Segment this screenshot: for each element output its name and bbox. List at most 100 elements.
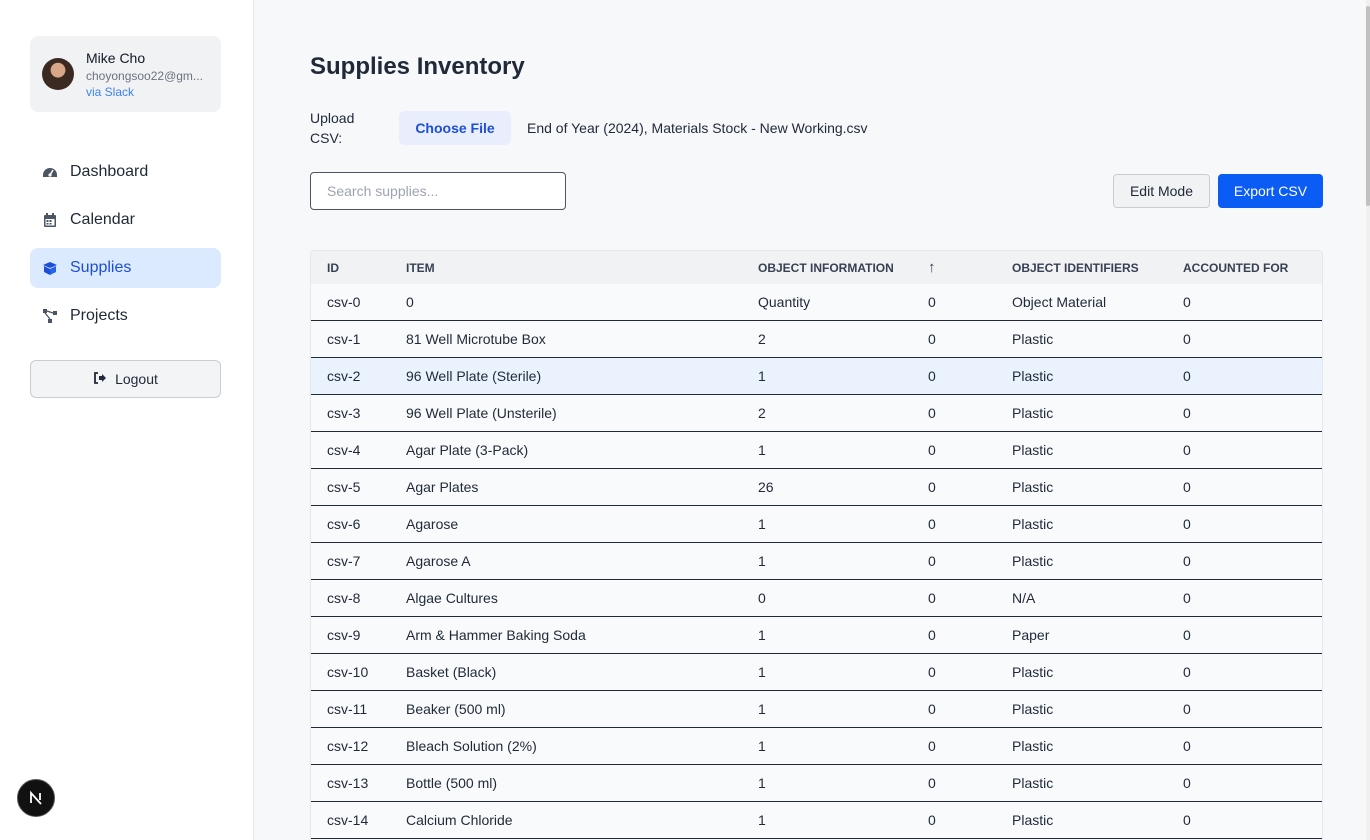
logout-button[interactable]: Logout [30,360,221,398]
cell-object-identifiers: Plastic [1012,737,1054,754]
table-row[interactable]: csv-4 Agar Plate (3-Pack) 1 0 Plastic 0 [311,431,1322,468]
cell-id: csv-12 [327,737,369,754]
sidebar-item-supplies[interactable]: Supplies [30,248,221,288]
cell-object-identifiers: Plastic [1012,330,1054,347]
search-input[interactable] [310,172,566,210]
column-header-item[interactable]: ITEM [390,251,742,284]
sidebar-item-label: Supplies [70,259,132,276]
cell-id: csv-2 [327,367,361,384]
cell-object-information: 1 [758,811,766,828]
table-row[interactable]: csv-14 Calcium Chloride 1 0 Plastic 0 [311,801,1322,838]
table-row[interactable]: csv-0 0 Quantity 0 Object Material 0 [311,284,1322,320]
cell-accounted-for: 0 [1183,589,1191,606]
cell-sort-value: 0 [928,774,936,791]
sidebar-item-dashboard[interactable]: Dashboard [30,152,221,192]
table-row[interactable]: csv-2 96 Well Plate (Sterile) 1 0 Plastic 0 [311,357,1322,394]
cell-accounted-for: 0 [1183,626,1191,643]
table-header-row: ID ITEM OBJECT INFORMATION ↑ OBJECT IDEN… [311,251,1322,284]
cell-accounted-for: 0 [1183,478,1191,495]
cell-accounted-for: 0 [1183,774,1191,791]
cell-object-information: 1 [758,441,766,458]
cell-object-identifiers: Plastic [1012,404,1054,421]
table-row[interactable]: csv-3 96 Well Plate (Unsterile) 2 0 Plastic 0 [311,394,1322,431]
cell-item: Calcium Chloride [406,811,513,828]
cell-item: Algae Cultures [406,589,498,606]
cell-accounted-for: 0 [1183,700,1191,717]
cell-item: Basket (Black) [406,663,497,680]
selected-file-name: End of Year (2024), Materials Stock - Ne… [527,120,868,136]
sidebar-item-calendar[interactable]: Calendar [30,200,221,240]
cell-object-identifiers: Plastic [1012,700,1054,717]
cell-object-identifiers: Plastic [1012,552,1054,569]
scrollbar-thumb[interactable] [1366,6,1370,206]
cell-id: csv-0 [327,293,361,310]
n-letter-icon [30,790,42,805]
column-header-object-identifiers[interactable]: OBJECT IDENTIFIERS [996,251,1167,284]
cell-object-information: Quantity [758,293,811,310]
page-scrollbar[interactable] [1366,0,1370,840]
cell-accounted-for: 0 [1183,367,1191,384]
cell-item: Beaker (500 ml) [406,700,506,717]
cell-id: csv-5 [327,478,361,495]
sidebar-item-label: Calendar [70,211,135,228]
cell-object-information: 2 [758,330,766,347]
user-email: choyongsoo22@gm... [86,69,203,83]
cell-sort-value: 0 [928,441,936,458]
table-row[interactable]: csv-12 Bleach Solution (2%) 1 0 Plastic 0 [311,727,1322,764]
cell-accounted-for: 0 [1183,552,1191,569]
cell-object-information: 1 [758,552,766,569]
column-header-id[interactable]: ID [311,251,390,284]
cell-object-information: 1 [758,515,766,532]
cell-object-identifiers: Plastic [1012,811,1054,828]
cell-object-information: 2 [758,404,766,421]
boxes-icon [41,259,59,277]
cell-accounted-for: 0 [1183,330,1191,347]
cell-object-identifiers: Paper [1012,626,1050,643]
user-card[interactable]: Mike Cho choyongsoo22@gm... via Slack [30,36,221,112]
cell-item: 0 [406,293,414,310]
table-row[interactable]: csv-1 81 Well Microtube Box 2 0 Plastic 0 [311,320,1322,357]
cell-id: csv-3 [327,404,361,421]
table-row[interactable]: csv-6 Agarose 1 0 Plastic 0 [311,505,1322,542]
column-header-accounted-for[interactable]: ACCOUNTED FOR [1167,251,1322,284]
cell-item: Agar Plate (3-Pack) [406,441,529,458]
user-name: Mike Cho [86,50,146,66]
edit-mode-button[interactable]: Edit Mode [1113,174,1210,208]
cell-item: Agarose A [406,552,471,569]
cell-sort-value: 0 [928,478,936,495]
sidebar-item-label: Projects [70,307,128,324]
main-content: Supplies Inventory Upload CSV: Choose Fi… [254,0,1366,840]
table-row[interactable]: csv-13 Bottle (500 ml) 1 0 Plastic 0 [311,764,1322,801]
logout-label: Logout [115,371,158,387]
supplies-table: ID ITEM OBJECT INFORMATION ↑ OBJECT IDEN… [310,250,1323,839]
cell-object-identifiers: Plastic [1012,367,1054,384]
table-row[interactable]: csv-11 Beaker (500 ml) 1 0 Plastic 0 [311,690,1322,727]
cell-sort-value: 0 [928,293,936,310]
table-row[interactable]: csv-5 Agar Plates 26 0 Plastic 0 [311,468,1322,505]
cell-object-identifiers: Plastic [1012,663,1054,680]
column-header-object-information[interactable]: OBJECT INFORMATION [742,251,918,284]
n-logo-icon[interactable] [17,779,55,817]
table-row[interactable]: csv-10 Basket (Black) 1 0 Plastic 0 [311,653,1322,690]
avatar [42,58,74,90]
user-via-link[interactable]: via Slack [86,85,134,99]
table-row[interactable]: csv-7 Agarose A 1 0 Plastic 0 [311,542,1322,579]
sidebar-item-projects[interactable]: Projects [30,296,221,336]
cell-object-information: 0 [758,589,766,606]
export-csv-button[interactable]: Export CSV [1218,174,1323,208]
cell-object-identifiers: N/A [1012,589,1036,606]
cell-object-information: 1 [758,367,766,384]
table-row[interactable]: csv-9 Arm & Hammer Baking Soda 1 0 Paper 0 [311,616,1322,653]
table-row[interactable]: csv-8 Algae Cultures 0 0 N/A 0 [311,579,1322,616]
cell-id: csv-7 [327,552,361,569]
sort-arrow-icon[interactable]: ↑ [918,251,996,284]
cell-object-information: 1 [758,663,766,680]
cell-sort-value: 0 [928,330,936,347]
gauge-icon [41,163,59,181]
calendar-icon [41,211,59,229]
cell-sort-value: 0 [928,552,936,569]
cell-object-information: 1 [758,737,766,754]
cell-item: Arm & Hammer Baking Soda [406,626,586,643]
choose-file-button[interactable]: Choose File [399,111,511,145]
upload-csv-label: Upload CSV: [310,110,355,146]
